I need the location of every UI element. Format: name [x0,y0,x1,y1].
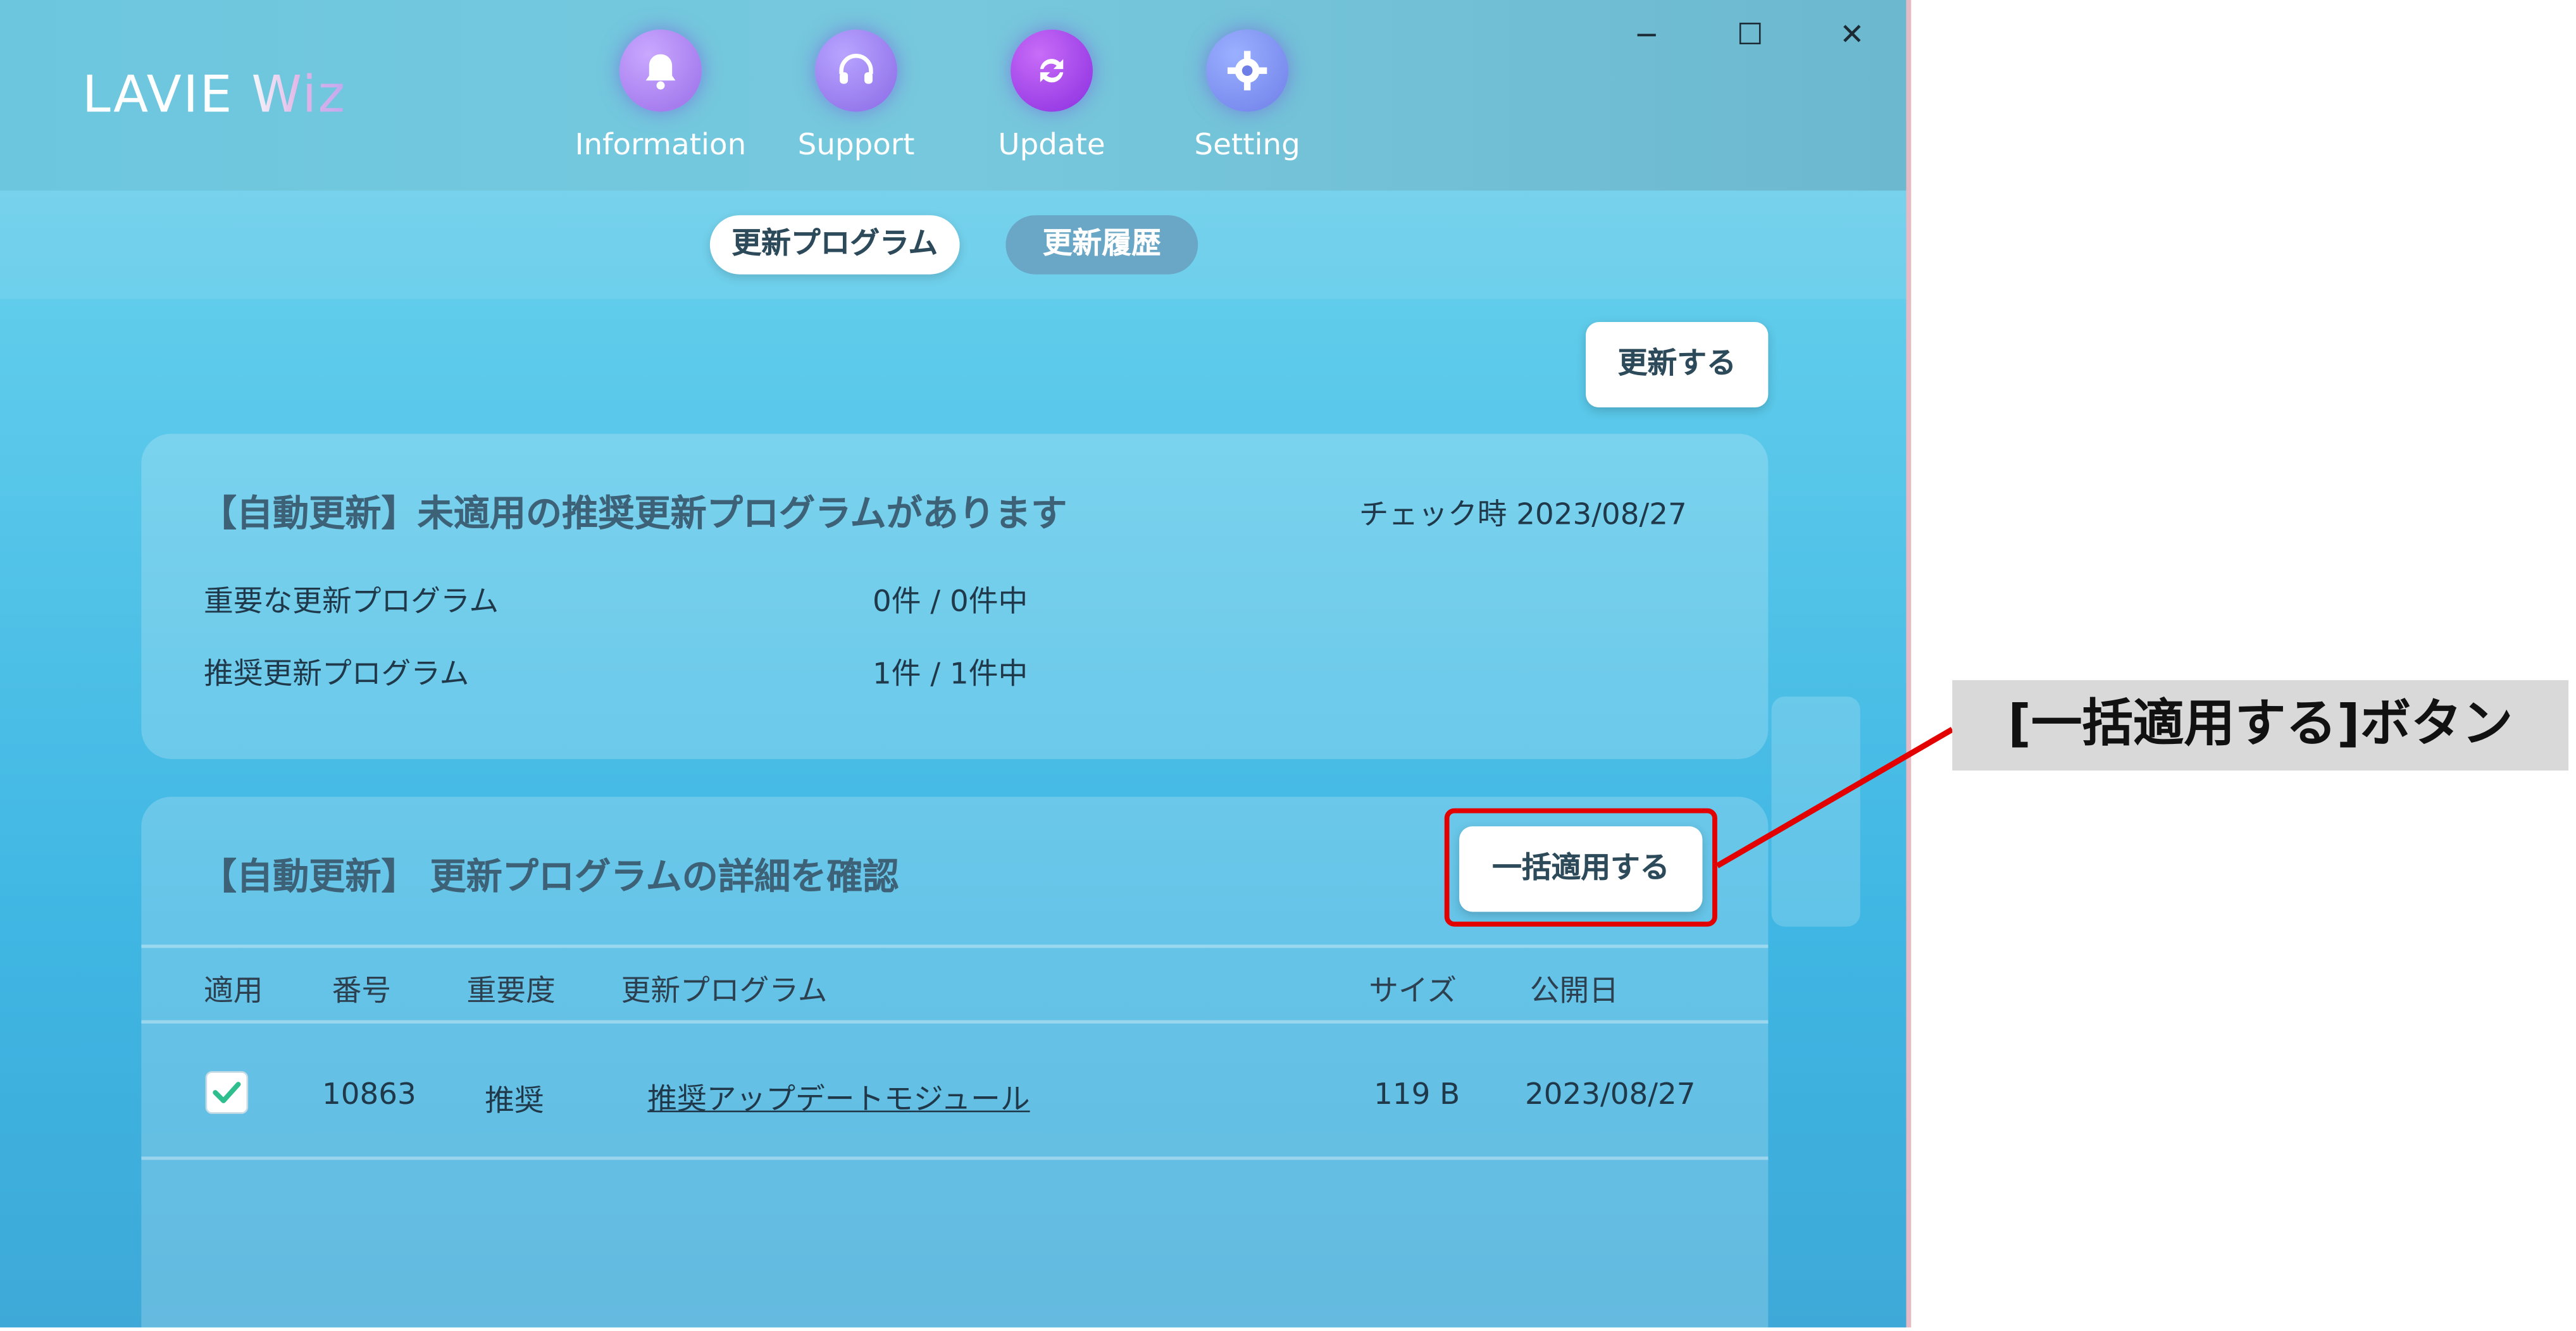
callout-label: [一括適用する]ボタン [1952,680,2569,771]
callout-line [1715,727,1954,869]
